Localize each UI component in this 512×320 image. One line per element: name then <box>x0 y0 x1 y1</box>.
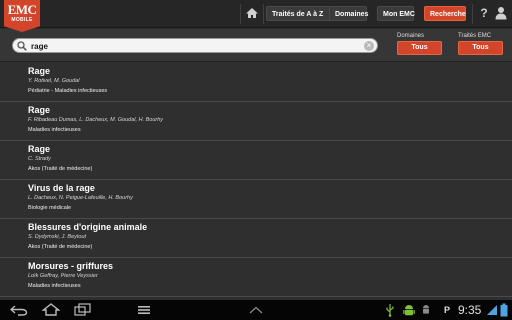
divider <box>472 4 473 24</box>
logo-text: EMC <box>7 2 37 17</box>
result-source: Biologie médicale <box>28 205 72 211</box>
domaines-filter-label: Domaines <box>397 33 425 39</box>
back-icon[interactable] <box>10 304 28 316</box>
recent-apps-icon[interactable] <box>74 303 92 316</box>
search-input[interactable] <box>31 40 361 52</box>
domaines-filter-button[interactable]: Tous <box>397 41 442 55</box>
help-icon[interactable]: ? <box>478 6 490 20</box>
menu-icon[interactable] <box>137 305 151 315</box>
result-title: Virus de la rage <box>28 183 95 193</box>
result-item[interactable]: Virus de la rage L. Dacheux, N. Peigue-L… <box>0 180 512 219</box>
result-authors: Y. Rotivel, M. Goudal <box>28 78 80 84</box>
android-robot-icon <box>423 305 429 314</box>
user-icon[interactable] <box>495 6 507 20</box>
divider <box>240 4 241 24</box>
result-title: Rage <box>28 66 51 76</box>
battery-icon <box>500 303 508 317</box>
home-icon[interactable] <box>245 7 259 19</box>
result-title: Morsures - griffures <box>28 261 114 271</box>
result-authors: F. Ribadeau Dumas, L. Dacheux, M. Goudal… <box>28 117 164 123</box>
search-bar-area: × Domaines Tous Traités EMC Tous <box>0 29 512 62</box>
result-source: Maladies infectieuses <box>28 127 81 133</box>
search-box[interactable]: × <box>12 38 378 53</box>
clear-icon[interactable]: × <box>364 41 374 51</box>
result-title: Rage <box>28 144 51 154</box>
nav-mon-emc[interactable]: Mon EMC <box>377 6 415 21</box>
android-robot-icon <box>403 305 415 316</box>
emc-mobile-logo[interactable]: EMC MOBILE <box>4 0 40 32</box>
result-item[interactable]: Rage F. Ribadeau Dumas, L. Dacheux, M. G… <box>0 102 512 141</box>
system-navigation-bar: P 9:35 <box>0 300 512 320</box>
search-icon <box>17 41 27 51</box>
result-source: Pédiatrie - Maladies infectieuses <box>28 88 108 94</box>
nav-domaines[interactable]: Domaines <box>329 6 368 21</box>
result-item[interactable]: Blessures d'origine animale S. Dydymski,… <box>0 219 512 258</box>
results-list: Rage Y. Rotivel, M. Goudal Pédiatrie - M… <box>0 63 512 300</box>
up-chevron-icon[interactable] <box>249 306 263 314</box>
logo-subtext: MOBILE <box>11 17 33 23</box>
result-title: Rage <box>28 105 51 115</box>
clock: 9:35 <box>458 303 482 317</box>
result-item[interactable]: Rage C. Strady Akos (Traité de médecine) <box>0 141 512 180</box>
result-authors: C. Strady <box>28 156 51 162</box>
nav-traites-a-z[interactable]: Traités de A à Z <box>266 6 331 21</box>
result-source: Akos (Traité de médecine) <box>28 244 93 250</box>
result-authors: Loïk Geffray, Pierre Veyssier <box>28 273 98 279</box>
result-source: Akos (Traité de médecine) <box>28 166 93 172</box>
result-item[interactable]: Rage Y. Rotivel, M. Goudal Pédiatrie - M… <box>0 63 512 102</box>
result-source: Maladies infectieuses <box>28 283 81 289</box>
usb-icon <box>386 304 394 317</box>
result-authors: S. Dydymski, J. Beytout <box>28 234 87 240</box>
android-home-icon[interactable] <box>42 303 60 316</box>
result-item[interactable]: Morsures - griffures Loïk Geffray, Pierr… <box>0 258 512 297</box>
traites-filter-label: Traités EMC <box>458 33 492 39</box>
result-authors: L. Dacheux, N. Peigue-Lafeuille, H. Bour… <box>28 195 133 201</box>
nav-recherche[interactable]: Recherche <box>424 6 466 21</box>
p-notification-icon: P <box>444 305 451 315</box>
result-title: Blessures d'origine animale <box>28 222 148 232</box>
top-bar: EMC MOBILE Traités de A à Z Domaines Mon… <box>0 0 512 32</box>
wifi-icon <box>487 305 497 315</box>
traites-filter-button[interactable]: Tous <box>458 41 503 55</box>
divider <box>263 4 264 24</box>
